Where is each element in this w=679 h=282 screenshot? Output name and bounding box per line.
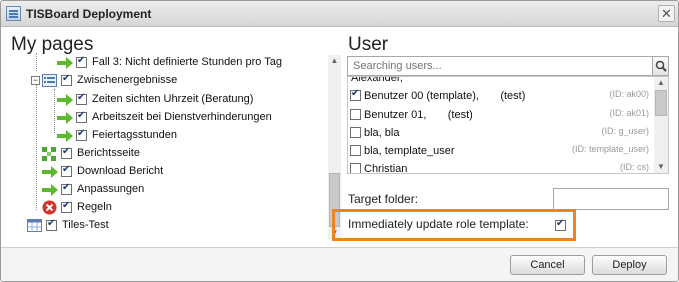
search-button[interactable] bbox=[652, 56, 669, 76]
user-list-item[interactable]: bla, template_user (ID: template_user) bbox=[348, 141, 653, 160]
tree-item-label: Fall 3: Nicht definierte Stunden pro Tag bbox=[92, 56, 282, 68]
user-checkbox[interactable] bbox=[350, 88, 361, 101]
pages-tree: Fall 3: Nicht definierte Stunden pro Tag… bbox=[9, 53, 341, 239]
tree-item-checkbox[interactable] bbox=[61, 200, 72, 213]
user-list-item[interactable]: Benutzer 00 (template), (test) (ID: ak00… bbox=[348, 86, 653, 105]
tree-item-checkbox[interactable] bbox=[76, 128, 87, 141]
tree-item-checkbox[interactable] bbox=[76, 110, 87, 123]
app-icon bbox=[6, 6, 21, 21]
tree-item-label: Regeln bbox=[77, 201, 112, 213]
user-heading: User bbox=[348, 34, 389, 55]
tree-item[interactable]: Fall 3: Nicht definierte Stunden pro Tag bbox=[57, 54, 337, 71]
tree-item[interactable]: Regeln bbox=[42, 199, 332, 216]
tree-item-label: Feiertagsstunden bbox=[92, 129, 177, 141]
user-list: Alexander, Benutzer 00 (template), (test… bbox=[347, 76, 669, 174]
scroll-up-arrow-icon[interactable]: ▲ bbox=[654, 77, 668, 89]
collapse-icon[interactable]: − bbox=[31, 76, 40, 85]
user-search-input[interactable] bbox=[347, 56, 653, 76]
user-checkbox[interactable] bbox=[350, 127, 361, 138]
tree-item-label: Zwischenergebnisse bbox=[77, 74, 178, 86]
cancel-button[interactable]: Cancel bbox=[510, 255, 585, 275]
tree-item-label: Tiles-Test bbox=[62, 219, 109, 231]
user-name: bla, bla bbox=[364, 127, 400, 139]
search-icon bbox=[655, 60, 667, 72]
deploy-button[interactable]: Deploy bbox=[592, 255, 667, 275]
green-arrow-icon bbox=[42, 166, 58, 178]
green-grid-icon bbox=[42, 147, 56, 161]
user-id: (ID: template_user) bbox=[571, 144, 649, 154]
tree-item-checkbox[interactable] bbox=[61, 182, 72, 195]
user-name: bla, template_user bbox=[364, 145, 455, 157]
tree-item-label: Zeiten sichten Uhrzeit (Beratung) bbox=[92, 93, 254, 105]
tree-item[interactable]: Download Bericht bbox=[42, 163, 332, 180]
green-arrow-icon bbox=[57, 94, 73, 106]
tree-item-checkbox[interactable] bbox=[61, 73, 72, 86]
tree-item[interactable]: Tiles-Test bbox=[27, 217, 327, 234]
tree-item[interactable]: Feiertagsstunden bbox=[57, 127, 337, 144]
calendar-grid-icon bbox=[27, 219, 42, 232]
dialog-titlebar[interactable]: TISBoard Deployment ✕ bbox=[1, 1, 678, 27]
target-folder-input[interactable] bbox=[553, 188, 669, 210]
tree-item[interactable]: Berichtsseite bbox=[42, 145, 332, 162]
user-id: (ID: cs) bbox=[620, 162, 649, 172]
tree-item-checkbox[interactable] bbox=[61, 164, 72, 177]
user-name: Benutzer 00 (template), (test) bbox=[364, 90, 526, 102]
target-folder-label: Target folder: bbox=[348, 192, 419, 206]
tree-item-label: Download Bericht bbox=[77, 165, 164, 177]
tree-item[interactable]: − Zwischenergebnisse bbox=[31, 72, 331, 89]
user-list-item[interactable]: Christian (ID: cs) bbox=[348, 159, 653, 174]
user-id: (ID: ak01) bbox=[609, 108, 649, 118]
tree-connector bbox=[54, 89, 55, 133]
close-icon[interactable]: ✕ bbox=[658, 5, 675, 22]
user-checkbox[interactable] bbox=[350, 163, 361, 173]
green-arrow-icon bbox=[57, 130, 73, 142]
immediate-update-checkbox[interactable] bbox=[555, 218, 566, 231]
tree-item[interactable]: Arbeitszeit bei Dienstverhinderungen bbox=[57, 109, 337, 126]
tree-item[interactable]: Anpassungen bbox=[42, 181, 332, 198]
user-list-item[interactable]: bla, bla (ID: g_user) bbox=[348, 123, 653, 142]
tree-connector bbox=[36, 53, 37, 71]
user-name: Alexander, bbox=[351, 76, 403, 84]
scroll-up-arrow-icon[interactable]: ▲ bbox=[328, 55, 341, 67]
tree-item[interactable]: Zeiten sichten Uhrzeit (Beratung) bbox=[57, 91, 337, 108]
tree-item-label: Anpassungen bbox=[77, 183, 145, 195]
user-name: Christian bbox=[364, 163, 408, 174]
scroll-thumb[interactable] bbox=[655, 90, 667, 116]
user-list-item[interactable]: Benutzer 01, (test) (ID: ak01) bbox=[348, 105, 653, 124]
scroll-down-arrow-icon[interactable]: ▼ bbox=[654, 161, 668, 173]
dialog-title: TISBoard Deployment bbox=[26, 7, 152, 21]
tree-item-label: Arbeitszeit bei Dienstverhinderungen bbox=[92, 111, 272, 123]
user-checkbox[interactable] bbox=[350, 145, 361, 156]
tree-item-label: Berichtsseite bbox=[77, 147, 140, 159]
tree-connector bbox=[36, 85, 37, 210]
list-page-icon bbox=[42, 74, 57, 87]
user-id: (ID: g_user) bbox=[601, 126, 649, 136]
red-x-icon bbox=[42, 200, 57, 215]
green-arrow-icon bbox=[42, 184, 58, 196]
tree-item-checkbox[interactable] bbox=[46, 218, 57, 231]
green-arrow-icon bbox=[57, 112, 73, 124]
user-checkbox[interactable] bbox=[350, 109, 361, 120]
tree-item-checkbox[interactable] bbox=[76, 55, 87, 68]
user-name: Benutzer 01, (test) bbox=[364, 109, 473, 121]
immediate-update-label: Immediately update role template: bbox=[348, 217, 529, 231]
deployment-dialog: TISBoard Deployment ✕ My pages User Fall… bbox=[0, 0, 679, 282]
tree-item-checkbox[interactable] bbox=[61, 146, 72, 159]
user-list-scrollbar[interactable]: ▲ ▼ bbox=[654, 77, 668, 173]
green-arrow-icon bbox=[57, 57, 73, 69]
tree-item-checkbox[interactable] bbox=[76, 92, 87, 105]
user-id: (ID: ak00) bbox=[609, 89, 649, 99]
